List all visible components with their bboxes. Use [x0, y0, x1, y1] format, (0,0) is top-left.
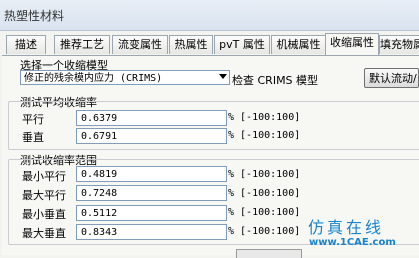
- perpendicular-range: % [-100:100]: [228, 130, 301, 141]
- tab-pvt-properties[interactable]: pvT 属性: [214, 35, 270, 54]
- parallel-input[interactable]: 0.6379: [76, 110, 227, 126]
- check-crims-label[interactable]: 检查 CRIMS 模型: [232, 72, 318, 88]
- tab-recommended-process[interactable]: 推荐工艺: [54, 35, 110, 54]
- tab-rheological-properties[interactable]: 流变属性: [112, 35, 168, 54]
- min-parallel-range: % [-100:100]: [228, 169, 301, 180]
- min-perpendicular-input[interactable]: 0.5112: [76, 205, 227, 221]
- max-perpendicular-range: % [-100:100]: [228, 226, 301, 237]
- max-perpendicular-input[interactable]: 0.8343: [76, 224, 227, 240]
- chevron-down-icon[interactable]: [219, 74, 227, 79]
- max-parallel-input[interactable]: 0.7248: [76, 185, 227, 201]
- watermark-text: 仿真在线: [308, 218, 385, 237]
- min-perpendicular-label: 最小垂直: [22, 208, 66, 221]
- max-parallel-range: % [-100:100]: [228, 188, 301, 199]
- tab-bar: 描述 推荐工艺 流变属性 热属性 pvT 属性 机械属性 收缩属性 填充物属: [6, 33, 419, 55]
- min-perpendicular-range: % [-100:100]: [228, 207, 301, 218]
- tab-mechanical-properties[interactable]: 机械属性: [271, 35, 326, 54]
- title-bar: 热塑性材料: [0, 0, 419, 31]
- max-parallel-label: 最大平行: [22, 189, 66, 202]
- perpendicular-label: 垂直: [22, 131, 44, 144]
- tab-description[interactable]: 描述: [6, 35, 46, 54]
- watermark-url: www.1CAE.com: [309, 237, 396, 248]
- parallel-label: 平行: [22, 113, 44, 126]
- shrinkage-model-select[interactable]: 修正的残余模内应力 (CRIMS): [20, 70, 230, 85]
- parallel-range: % [-100:100]: [228, 112, 301, 123]
- max-perpendicular-label: 最大垂直: [22, 227, 66, 240]
- tab-thermal-properties[interactable]: 热属性: [169, 35, 213, 54]
- default-flow-button[interactable]: 默认流动/: [364, 68, 419, 88]
- tab-filler-properties[interactable]: 填充物属: [379, 35, 419, 54]
- shrinkage-model-value: 修正的残余模内应力 (CRIMS): [24, 73, 163, 84]
- window-title: 热塑性材料: [4, 9, 65, 23]
- min-parallel-label: 最小平行: [22, 170, 66, 183]
- tab-shrinkage-properties[interactable]: 收缩属性: [325, 33, 379, 55]
- perpendicular-input[interactable]: 0.6791: [76, 128, 227, 144]
- min-parallel-input[interactable]: 0.4819: [76, 166, 227, 182]
